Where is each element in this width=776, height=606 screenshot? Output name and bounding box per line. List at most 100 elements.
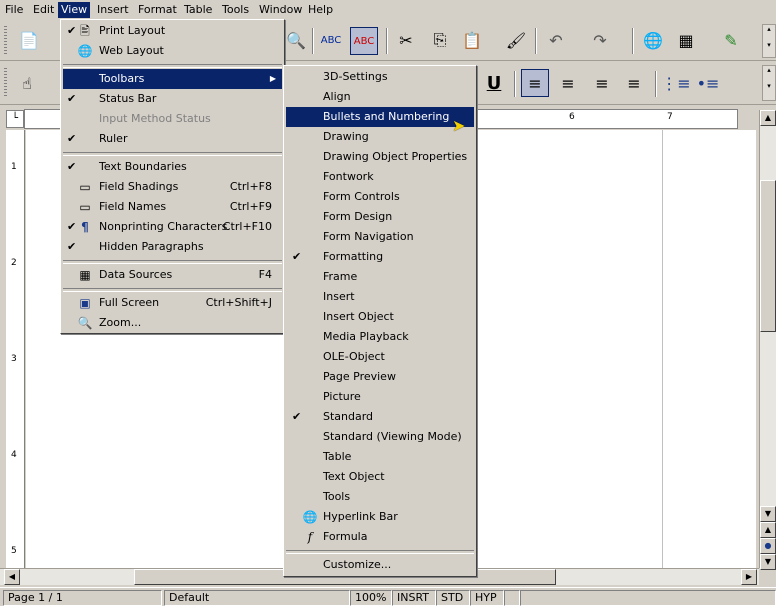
underline-icon[interactable]: U: [481, 70, 507, 96]
submenu-item-3d-settings[interactable]: 3D-Settings: [286, 67, 474, 87]
align-right-icon[interactable]: ≡: [589, 70, 615, 96]
undo-icon[interactable]: ↶: [543, 27, 569, 53]
toolbar-grip[interactable]: [4, 68, 7, 98]
submenu-item-form-design[interactable]: Form Design: [286, 207, 474, 227]
scroll-down-arrow-icon[interactable]: ▼: [760, 506, 776, 522]
navigation-icon[interactable]: ●: [760, 538, 776, 554]
submenu-item-formula[interactable]: f Formula: [286, 527, 474, 547]
submenu-item-insert-object[interactable]: Insert Object: [286, 307, 474, 327]
status-hyphenation[interactable]: HYP: [470, 590, 504, 606]
submenu-item-frame[interactable]: Frame: [286, 267, 474, 287]
status-zoom[interactable]: 100%: [350, 590, 392, 606]
submenu-item-table[interactable]: Table: [286, 447, 474, 467]
submenu-item-tools[interactable]: Tools: [286, 487, 474, 507]
menu-item-status-bar[interactable]: ✔ Status Bar: [63, 89, 282, 109]
menu-file[interactable]: File: [2, 2, 26, 18]
format-paintbrush-icon[interactable]: 🖌: [503, 27, 529, 53]
menu-item-label: Frame: [323, 270, 358, 283]
submenu-item-customize[interactable]: Customize...: [286, 555, 474, 575]
next-page-icon[interactable]: ▼: [760, 554, 776, 570]
menu-item-hidden-paragraphs[interactable]: ✔ Hidden Paragraphs: [63, 237, 282, 257]
submenu-item-align[interactable]: Align: [286, 87, 474, 107]
redo-icon[interactable]: ↷: [587, 27, 613, 53]
submenu-item-form-controls[interactable]: Form Controls: [286, 187, 474, 207]
submenu-item-text-object[interactable]: Text Object: [286, 467, 474, 487]
scroll-up-arrow-icon[interactable]: ▲: [760, 110, 776, 126]
menu-item-label: Drawing Object Properties: [323, 150, 468, 163]
submenu-item-bullets-and-numbering[interactable]: Bullets and Numbering: [286, 107, 474, 127]
show-draw-functions-icon[interactable]: ✎: [718, 27, 744, 53]
zoom-toolbar-icon[interactable]: 🔍: [283, 27, 309, 53]
menu-item-nonprinting-characters[interactable]: ✔ ¶ Nonprinting Characters Ctrl+F10: [63, 217, 282, 237]
submenu-item-ole-object[interactable]: OLE-Object: [286, 347, 474, 367]
tab-stop-selector[interactable]: └: [6, 110, 24, 128]
scroll-right-arrow-icon[interactable]: ▶: [741, 569, 757, 585]
toolbar-overflow-arrow-icon[interactable]: ▴ ▾: [762, 24, 776, 58]
previous-page-icon[interactable]: ▲: [760, 522, 776, 538]
bullets-icon[interactable]: •≡: [695, 70, 721, 96]
submenu-item-drawing[interactable]: Drawing: [286, 127, 474, 147]
submenu-item-page-preview[interactable]: Page Preview: [286, 367, 474, 387]
check-icon: ✔: [292, 410, 302, 423]
menu-tools[interactable]: Tools: [219, 2, 252, 18]
status-page-style[interactable]: Default: [164, 590, 350, 606]
menu-help[interactable]: Help: [305, 2, 336, 18]
menu-item-web-layout[interactable]: 🌐 Web Layout: [63, 41, 282, 61]
menu-item-field-shadings[interactable]: ▭ Field Shadings Ctrl+F8: [63, 177, 282, 197]
submenu-item-media-playback[interactable]: Media Playback: [286, 327, 474, 347]
spellcheck-icon[interactable]: ABC: [318, 27, 344, 53]
menu-item-full-screen[interactable]: ▣ Full Screen Ctrl+Shift+J: [63, 293, 282, 313]
data-sources-icon: ▦: [79, 268, 91, 282]
menu-window[interactable]: Window: [256, 2, 305, 18]
menu-item-data-sources[interactable]: ▦ Data Sources F4: [63, 265, 282, 285]
menu-item-ruler[interactable]: ✔ Ruler: [63, 129, 282, 149]
submenu-item-hyperlink-bar[interactable]: 🌐 Hyperlink Bar: [286, 507, 474, 527]
menu-view[interactable]: View: [58, 2, 91, 18]
navigator-icon[interactable]: 🌐: [640, 27, 666, 53]
menu-insert[interactable]: Insert: [94, 2, 132, 18]
status-page[interactable]: Page 1 / 1: [3, 590, 162, 606]
toolbar-separator: [632, 28, 634, 54]
toolbar-grip[interactable]: [4, 26, 7, 54]
menu-item-zoom[interactable]: 🔍 Zoom...: [63, 313, 282, 333]
autospellcheck-icon[interactable]: ABC: [350, 27, 378, 55]
menu-format[interactable]: Format: [135, 2, 180, 18]
pilcrow-icon: ¶: [81, 220, 89, 234]
menu-item-text-boundaries[interactable]: ✔ Text Boundaries: [63, 157, 282, 177]
menu-item-field-names[interactable]: ▭ Field Names Ctrl+F9: [63, 197, 282, 217]
paste-icon[interactable]: 📋: [459, 27, 485, 53]
new-document-icon[interactable]: 📄: [16, 27, 42, 53]
menu-item-print-layout[interactable]: ✔ 🖹 Print Layout: [63, 21, 282, 41]
cut-icon[interactable]: ✂: [393, 27, 419, 53]
styles-formatting-icon[interactable]: ☝: [14, 70, 40, 96]
align-center-icon[interactable]: ≡: [555, 70, 581, 96]
scroll-left-arrow-icon[interactable]: ◀: [4, 569, 20, 585]
align-left-icon[interactable]: ≡: [521, 69, 549, 97]
field-shadings-icon: ▭: [79, 180, 91, 194]
insert-table-icon[interactable]: ▦: [673, 27, 699, 53]
justify-icon[interactable]: ≡: [621, 70, 647, 96]
submenu-item-form-navigation[interactable]: Form Navigation: [286, 227, 474, 247]
submenu-item-fontwork[interactable]: Fontwork: [286, 167, 474, 187]
status-selection-mode[interactable]: STD: [436, 590, 470, 606]
menu-item-label: Ruler: [99, 132, 128, 145]
submenu-item-drawing-object-properties[interactable]: Drawing Object Properties: [286, 147, 474, 167]
menu-table[interactable]: Table: [181, 2, 215, 18]
menu-edit[interactable]: Edit: [30, 2, 57, 18]
vertical-ruler[interactable]: 1 2 3 4 5: [6, 130, 25, 570]
submenu-item-standard[interactable]: ✔ Standard: [286, 407, 474, 427]
print-layout-icon: 🖹: [80, 24, 90, 38]
numbering-icon[interactable]: ⋮≡: [661, 70, 690, 96]
toolbar-overflow-arrow-icon[interactable]: ▴ ▾: [762, 65, 776, 101]
copy-icon[interactable]: ⎘: [427, 27, 453, 53]
menu-item-shortcut: Ctrl+F9: [229, 200, 272, 213]
submenu-item-picture[interactable]: Picture: [286, 387, 474, 407]
vertical-scrollbar[interactable]: ▲ ▼ ▲ ● ▼: [759, 110, 776, 570]
scroll-thumb[interactable]: [760, 180, 776, 332]
menu-item-toolbars[interactable]: Toolbars ▶: [63, 69, 282, 89]
submenu-item-formatting[interactable]: ✔ Formatting: [286, 247, 474, 267]
menu-item-shortcut: Ctrl+Shift+J: [205, 296, 272, 309]
submenu-item-standard-viewing-mode[interactable]: Standard (Viewing Mode): [286, 427, 474, 447]
submenu-item-insert[interactable]: Insert: [286, 287, 474, 307]
status-insert-mode[interactable]: INSRT: [392, 590, 436, 606]
